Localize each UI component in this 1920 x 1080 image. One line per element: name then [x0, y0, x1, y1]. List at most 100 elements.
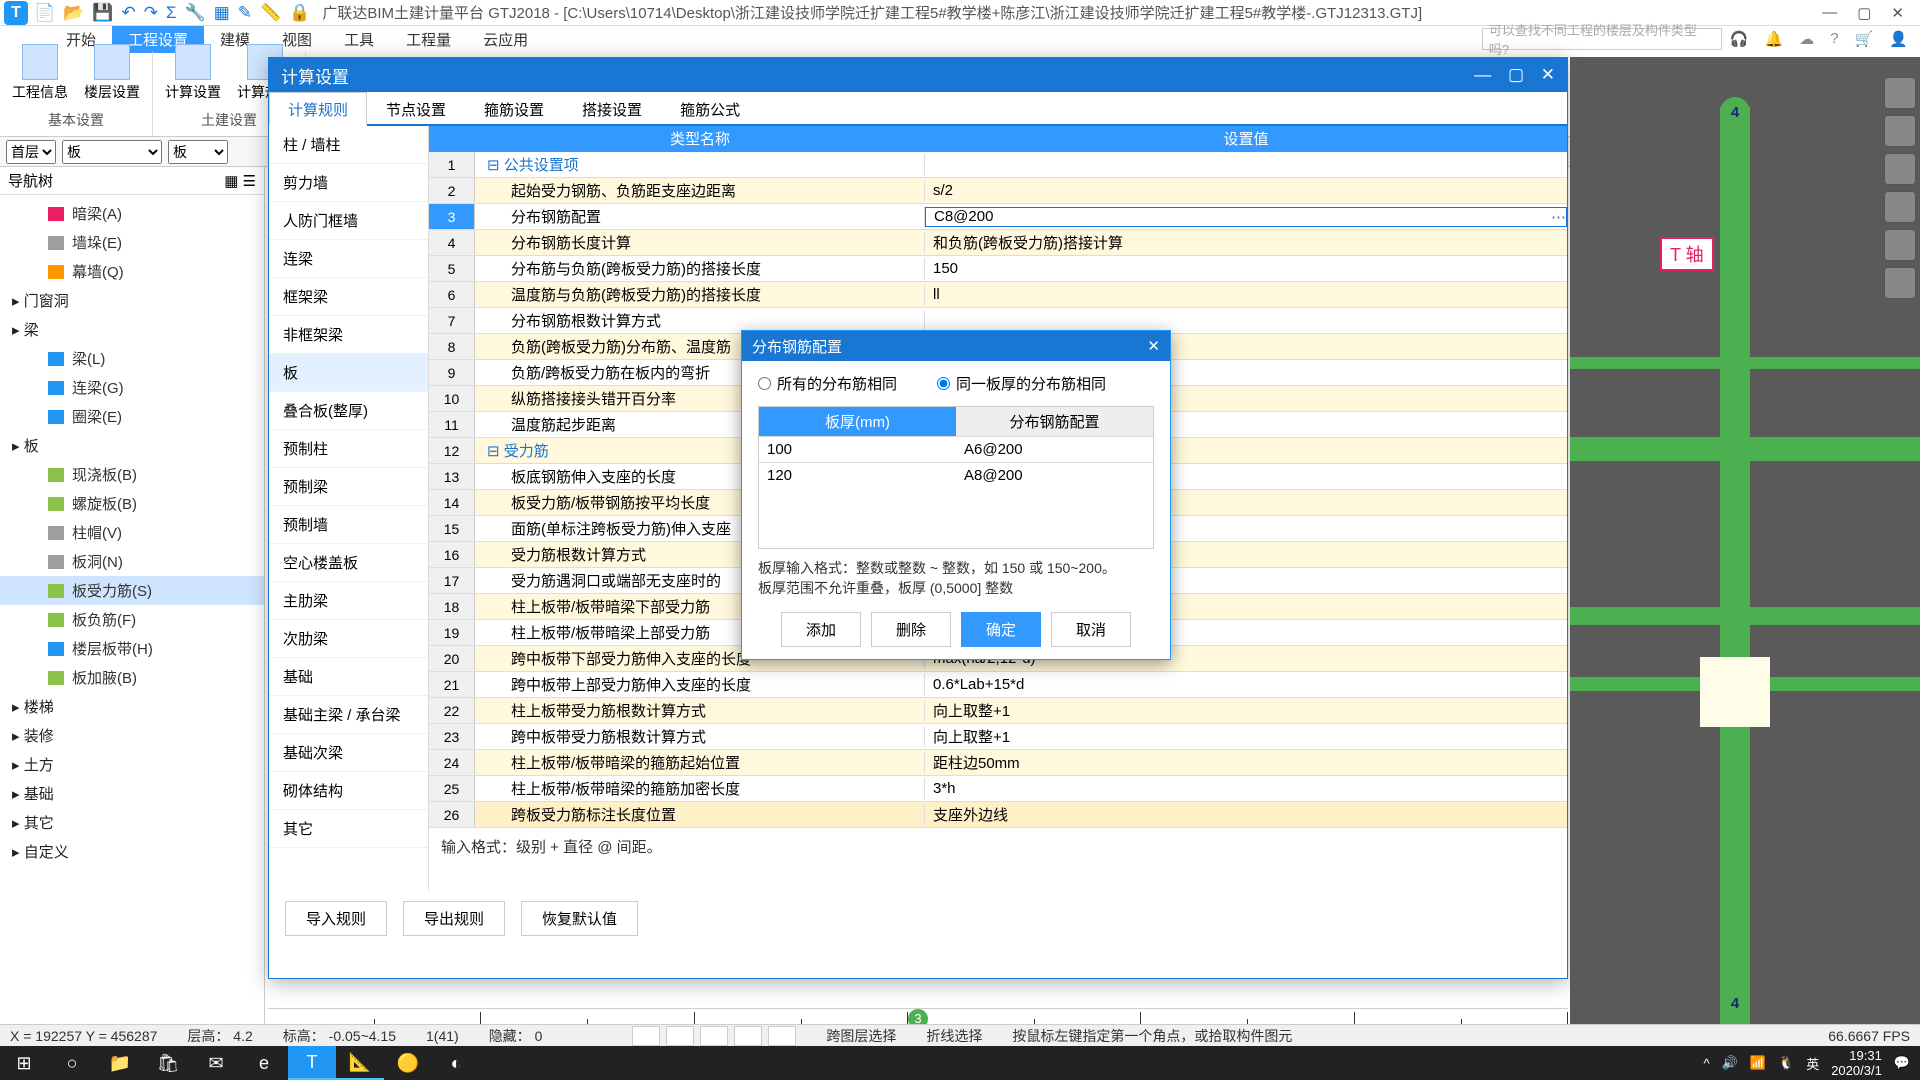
table-row[interactable]: 5分布筋与负筋(跨板受力筋)的搭接长度150 [429, 256, 1567, 282]
export-rules-button[interactable]: 导出规则 [403, 901, 505, 936]
nav-item[interactable]: 墙垛(E) [0, 228, 264, 257]
cart-icon[interactable]: 🛒 [1855, 30, 1874, 48]
table-row[interactable]: 3分布钢筋配置C8@200 ⋯ [429, 204, 1567, 230]
view-tool-5[interactable] [1884, 229, 1916, 261]
cross-layer-select[interactable]: 跨图层选择 [826, 1026, 896, 1046]
project-info-button[interactable]: 工程信息 [12, 44, 68, 102]
nav-item[interactable]: 板加腋(B) [0, 663, 264, 692]
table-row[interactable]: 23跨中板带受力筋根数计算方式向上取整+1 [429, 724, 1567, 750]
pen-icon[interactable]: ✎ [238, 3, 252, 23]
edge-icon[interactable]: e [240, 1046, 288, 1080]
type-select[interactable]: 板 [62, 140, 162, 164]
nav-item[interactable]: ▸ 梁 [0, 315, 264, 344]
category-item[interactable]: 预制墙 [269, 506, 428, 544]
mail-icon[interactable]: ✉ [192, 1046, 240, 1080]
wifi-icon[interactable]: 📶 [1750, 1055, 1766, 1071]
category-item[interactable]: 预制梁 [269, 468, 428, 506]
view-tool-1[interactable] [1884, 77, 1916, 109]
undo-icon[interactable]: ↶ [122, 3, 136, 23]
app-taskbar-icon[interactable]: T [288, 1046, 336, 1080]
bell-icon[interactable]: 🔔 [1765, 30, 1784, 48]
open-icon[interactable]: 📂 [63, 3, 84, 23]
add-button[interactable]: 添加 [781, 612, 861, 647]
help-icon[interactable]: ? [1830, 30, 1838, 48]
tray-up-icon[interactable]: ^ [1704, 1056, 1710, 1071]
start-button[interactable]: ⊞ [0, 1046, 48, 1080]
volume-icon[interactable]: 🔊 [1722, 1055, 1738, 1071]
radio-same-thickness[interactable]: 同一板厚的分布筋相同 [937, 373, 1106, 394]
restore-defaults-button[interactable]: 恢复默认值 [521, 901, 638, 936]
lang-indicator[interactable]: 英 [1806, 1054, 1819, 1073]
tab-cloud[interactable]: 云应用 [467, 26, 544, 53]
category-item[interactable]: 非框架梁 [269, 316, 428, 354]
status-tool-2[interactable] [666, 1026, 694, 1046]
nav-item[interactable]: 暗梁(A) [0, 199, 264, 228]
nav-toggle-icon[interactable]: ▦ ☰ [224, 172, 256, 190]
category-item[interactable]: 次肋梁 [269, 620, 428, 658]
model-viewport[interactable]: 4 4 T 轴 [1570, 57, 1920, 1028]
store-icon[interactable]: 🛍 [144, 1046, 192, 1080]
nav-item[interactable]: ▸ 自定义 [0, 837, 264, 866]
category-item[interactable]: 空心楼盖板 [269, 544, 428, 582]
nav-item[interactable]: 螺旋板(B) [0, 489, 264, 518]
category-item[interactable]: 其它 [269, 810, 428, 848]
minimize-icon[interactable]: — [1822, 4, 1837, 22]
category-item[interactable]: 砌体结构 [269, 772, 428, 810]
table-row[interactable]: 25柱上板带/板带暗梁的箍筋加密长度3*h [429, 776, 1567, 802]
subdialog-close-icon[interactable]: ✕ [1147, 337, 1160, 355]
clock-time[interactable]: 19:31 [1831, 1048, 1882, 1063]
floor-settings-button[interactable]: 楼层设置 [84, 44, 140, 102]
clock-date[interactable]: 2020/3/1 [1831, 1063, 1882, 1078]
cad-taskbar-icon[interactable]: 📐 [336, 1046, 384, 1080]
category-item[interactable]: 柱 / 墙柱 [269, 126, 428, 164]
redo-icon[interactable]: ↷ [144, 3, 158, 23]
category-item[interactable]: 连梁 [269, 240, 428, 278]
status-tool-5[interactable] [768, 1026, 796, 1046]
nav-item[interactable]: 板负筋(F) [0, 605, 264, 634]
category-item[interactable]: 剪力墙 [269, 164, 428, 202]
grid-icon[interactable]: ▦ [214, 3, 230, 23]
table-row[interactable]: 22柱上板带受力筋根数计算方式向上取整+1 [429, 698, 1567, 724]
nav-item[interactable]: ▸ 土方 [0, 750, 264, 779]
ptab-node[interactable]: 节点设置 [367, 92, 465, 124]
nav-item[interactable]: 幕墙(Q) [0, 257, 264, 286]
category-item[interactable]: 基础次梁 [269, 734, 428, 772]
status-tool-3[interactable] [700, 1026, 728, 1046]
panel-close-icon[interactable]: ✕ [1541, 65, 1555, 84]
close-icon[interactable]: ✕ [1891, 4, 1904, 22]
maximize-icon[interactable]: ▢ [1857, 4, 1871, 22]
ptab-stirrup[interactable]: 箍筋设置 [465, 92, 563, 124]
category-item[interactable]: 叠合板(整厚) [269, 392, 428, 430]
notifications-icon[interactable]: 💬 [1894, 1055, 1910, 1071]
thickness-row[interactable]: 100A6@200 [759, 436, 1153, 462]
nav-item[interactable]: ▸ 板 [0, 431, 264, 460]
ptab-formula[interactable]: 箍筋公式 [661, 92, 759, 124]
chrome-taskbar-icon[interactable]: 🟡 [384, 1046, 432, 1080]
nav-item[interactable]: 梁(L) [0, 344, 264, 373]
thickness-row[interactable]: 120A8@200 [759, 462, 1153, 488]
nav-item[interactable]: ▸ 基础 [0, 779, 264, 808]
panel-maximize-icon[interactable]: ▢ [1508, 65, 1524, 84]
category-item[interactable]: 主肋梁 [269, 582, 428, 620]
cancel-button[interactable]: 取消 [1051, 612, 1131, 647]
new-icon[interactable]: 📄 [34, 3, 55, 23]
ptab-lap[interactable]: 搭接设置 [563, 92, 661, 124]
nav-item[interactable]: ▸ 门窗洞 [0, 286, 264, 315]
ribbon-search[interactable]: 可以查找不同工程的楼层及构件类型吗? [1482, 28, 1722, 50]
nav-item[interactable]: 楼层板带(H) [0, 634, 264, 663]
table-row[interactable]: 21跨中板带上部受力筋伸入支座的长度0.6*Lab+15*d [429, 672, 1567, 698]
status-tool-4[interactable] [734, 1026, 762, 1046]
user-icon[interactable]: 👤 [1889, 30, 1908, 48]
panel-minimize-icon[interactable]: — [1474, 65, 1491, 84]
save-icon[interactable]: 💾 [92, 3, 113, 23]
view-tool-6[interactable] [1884, 267, 1916, 299]
import-rules-button[interactable]: 导入规则 [285, 901, 387, 936]
polyline-select[interactable]: 折线选择 [926, 1026, 982, 1046]
tool-icon[interactable]: 🔧 [185, 3, 206, 23]
category-item[interactable]: 基础主梁 / 承台梁 [269, 696, 428, 734]
category-item[interactable]: 人防门框墙 [269, 202, 428, 240]
view-tool-2[interactable] [1884, 115, 1916, 147]
nav-item[interactable]: 板受力筋(S) [0, 576, 264, 605]
cloud-icon[interactable]: ☁ [1799, 30, 1814, 48]
status-tool-1[interactable] [632, 1026, 660, 1046]
